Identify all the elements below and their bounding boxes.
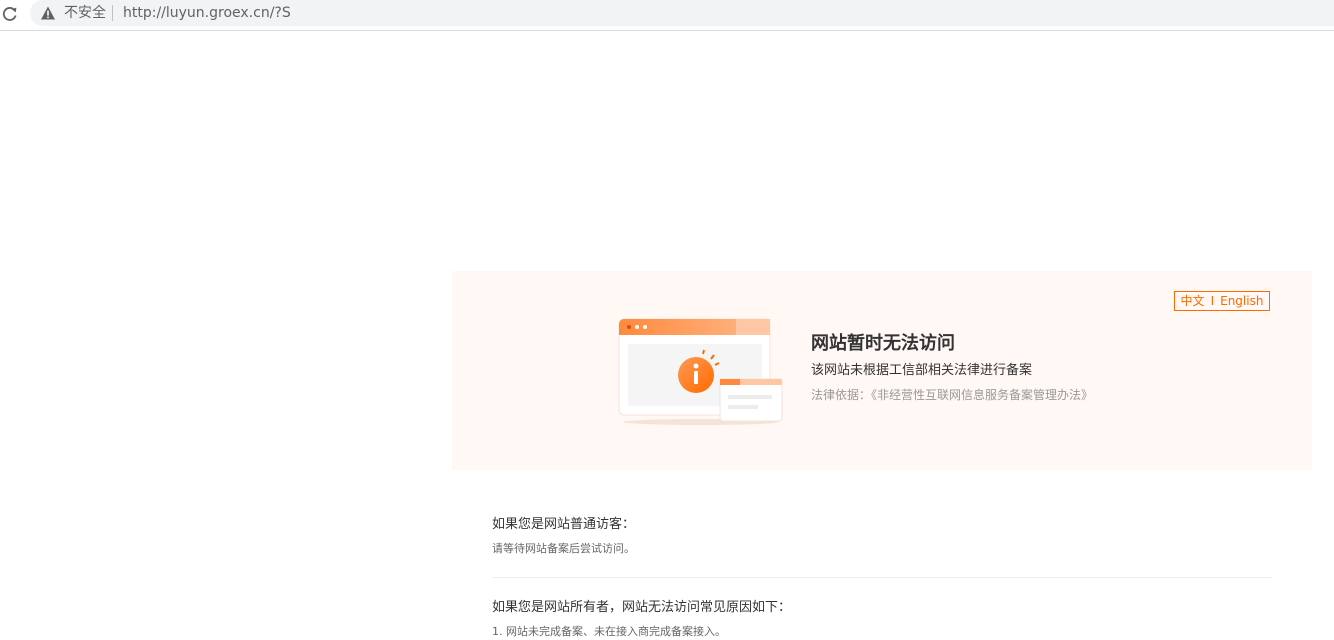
owner-heading: 如果您是网站所有者，网站无法访问常见原因如下： [492, 600, 792, 615]
reload-icon[interactable] [0, 4, 20, 24]
warning-icon[interactable] [40, 5, 56, 21]
section-divider [492, 577, 1272, 578]
visitor-instruction: 请等待网站备案后尝试访问。 [492, 542, 635, 555]
lang-zh-link[interactable]: 中文 [1181, 294, 1205, 308]
url-text[interactable]: http://luyun.groex.cn/?S [123, 4, 291, 22]
legal-basis-text: 法律依据：《非经营性互联网信息服务备案管理办法》 [811, 388, 1094, 402]
browser-address-bar: 不安全 http://luyun.groex.cn/?S [0, 0, 1334, 31]
language-switch: 中文 I English [1174, 291, 1270, 311]
lang-separator: I [1210, 294, 1215, 308]
owner-reason-item: 1. 网站未完成备案、未在接入商完成备案接入。 [492, 625, 726, 638]
notice-box: 中文 I English 网站暂时无法访问 该网站未根据工信部相关法律进行备案 … [452, 271, 1312, 470]
visitor-heading: 如果您是网站普通访客： [492, 517, 636, 532]
lang-en-link[interactable]: English [1220, 294, 1263, 308]
omnibox[interactable]: 不安全 http://luyun.groex.cn/?S [30, 0, 1334, 26]
security-status-label[interactable]: 不安全 [64, 4, 106, 22]
info-window-illustration [618, 318, 784, 426]
url-separator [112, 5, 113, 21]
notice-description: 该网站未根据工信部相关法律进行备案 [811, 363, 1033, 378]
notice-title: 网站暂时无法访问 [811, 333, 955, 354]
